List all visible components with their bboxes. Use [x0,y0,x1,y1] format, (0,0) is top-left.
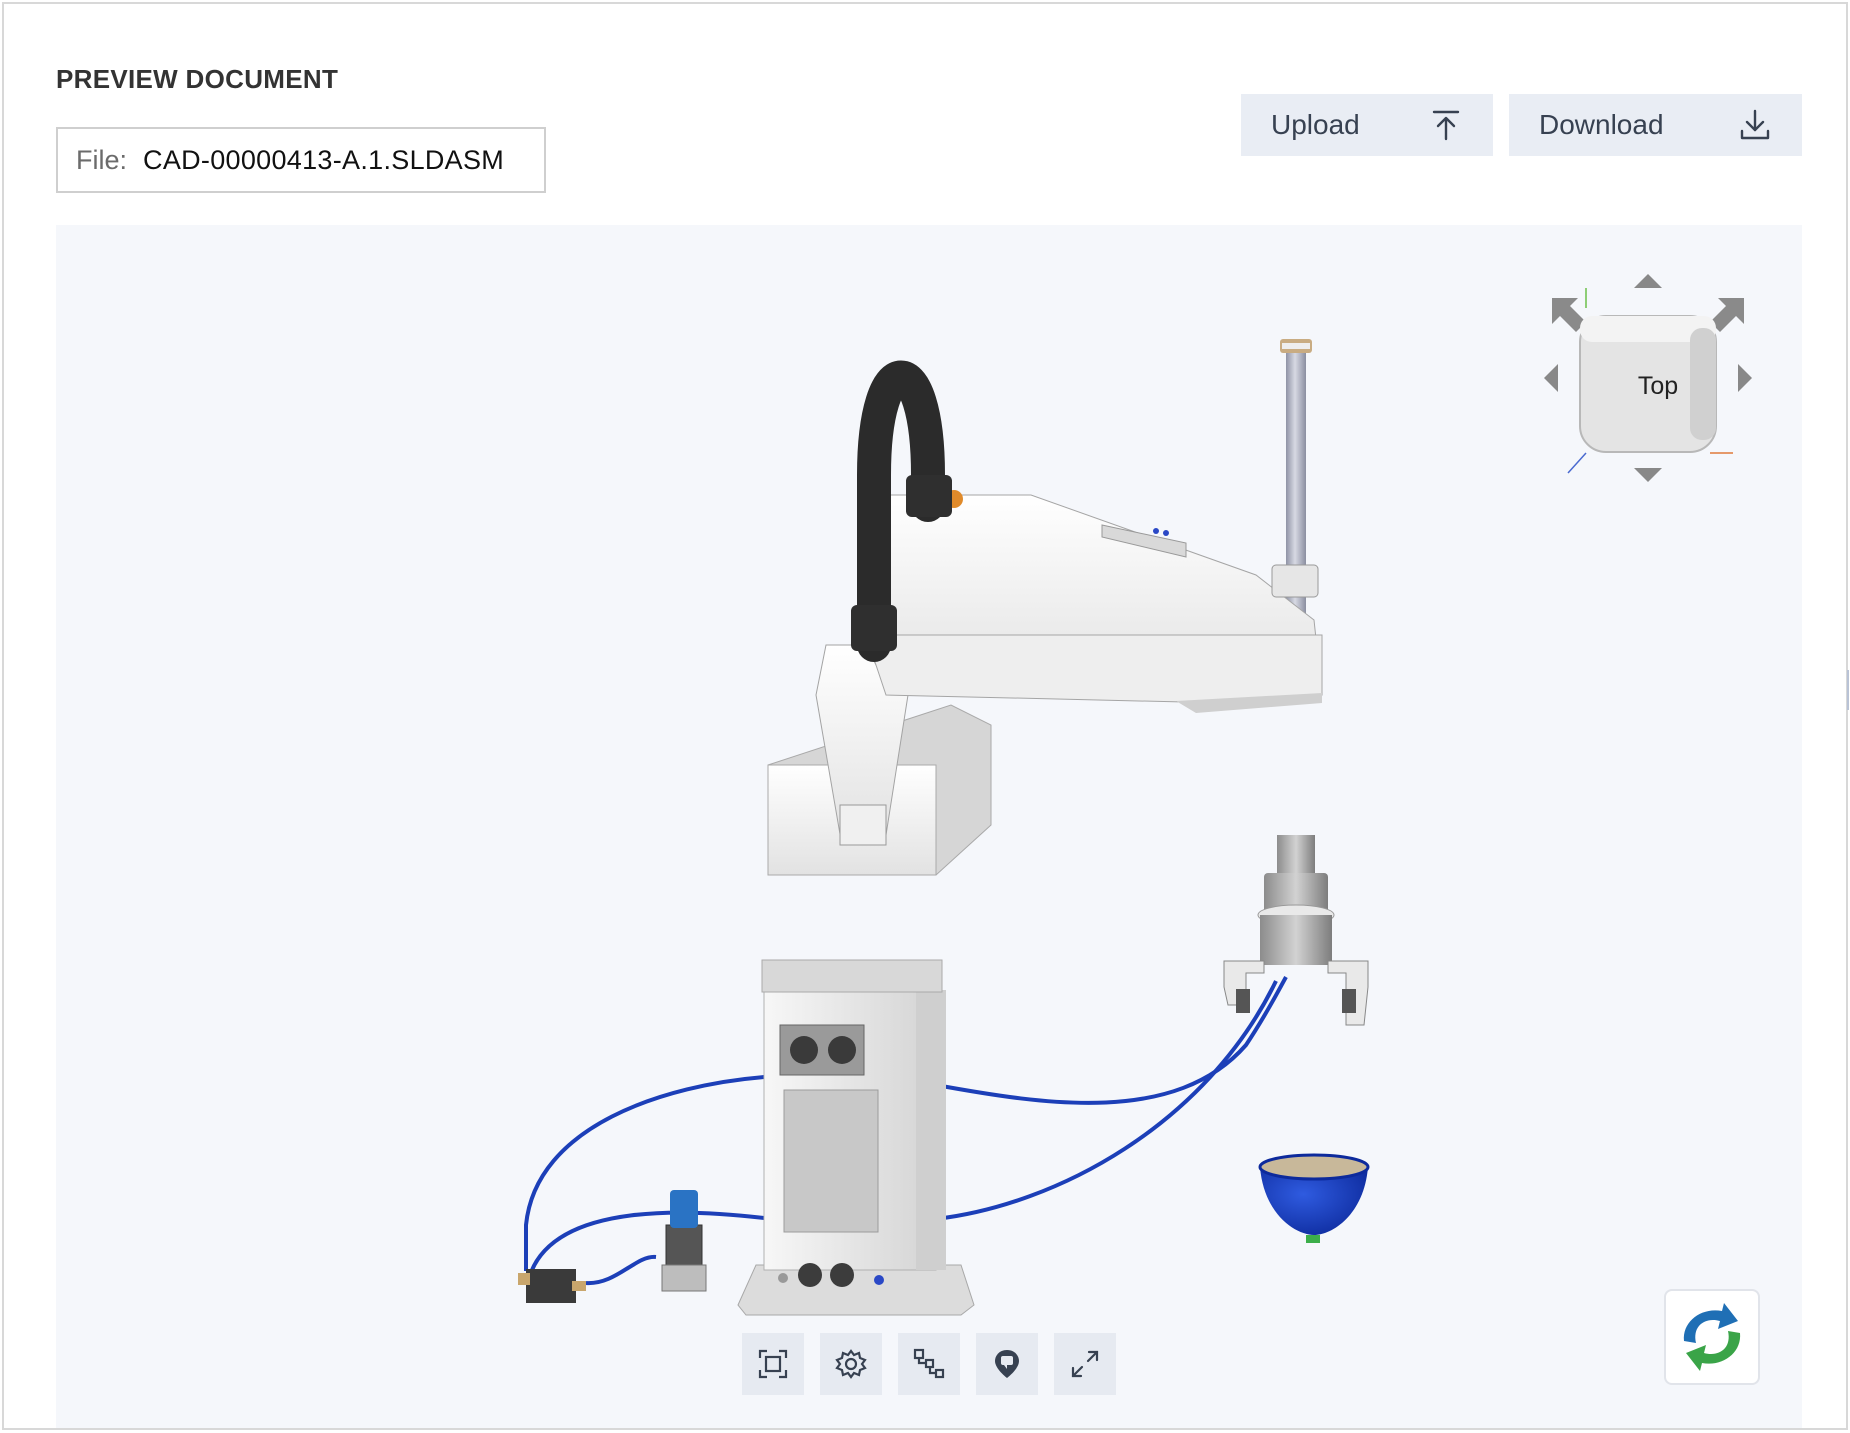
file-name-value: CAD-00000413-A.1.SLDASM [143,144,505,175]
viewer-toolbar [742,1333,1116,1395]
structure-tree-button[interactable] [898,1333,960,1395]
sync-button[interactable] [1664,1289,1760,1385]
upload-icon [1432,110,1460,141]
cad-viewer-canvas[interactable]: Top [56,225,1802,1428]
download-button-label: Download [1539,109,1664,140]
file-name-field: File: CAD-00000413-A.1.SLDASM [56,127,546,193]
structure-tree-icon [913,1348,945,1379]
file-label: File: [76,144,128,175]
preview-panel: PREVIEW DOCUMENT File: CAD-00000413-A.1.… [2,2,1848,1430]
download-icon [1740,109,1770,140]
fit-view-button[interactable] [742,1333,804,1395]
navcube-face-label: Top [1637,372,1679,400]
fit-view-icon [758,1349,788,1379]
fullscreen-button[interactable] [1054,1333,1116,1395]
markup-pin-icon [995,1350,1019,1378]
settings-button[interactable] [820,1333,882,1395]
settings-gear-icon [835,1349,867,1379]
navigation-cube[interactable]: Top [1538,268,1758,488]
fullscreen-icon [1071,1350,1099,1378]
page-title: PREVIEW DOCUMENT [56,64,339,94]
scroll-edge-indicator [1847,670,1849,710]
sync-refresh-icon [1683,1303,1741,1371]
upload-button[interactable]: Upload [1241,94,1493,156]
download-button[interactable]: Download [1509,94,1802,156]
upload-button-label: Upload [1271,109,1360,140]
markup-button[interactable] [976,1333,1038,1395]
